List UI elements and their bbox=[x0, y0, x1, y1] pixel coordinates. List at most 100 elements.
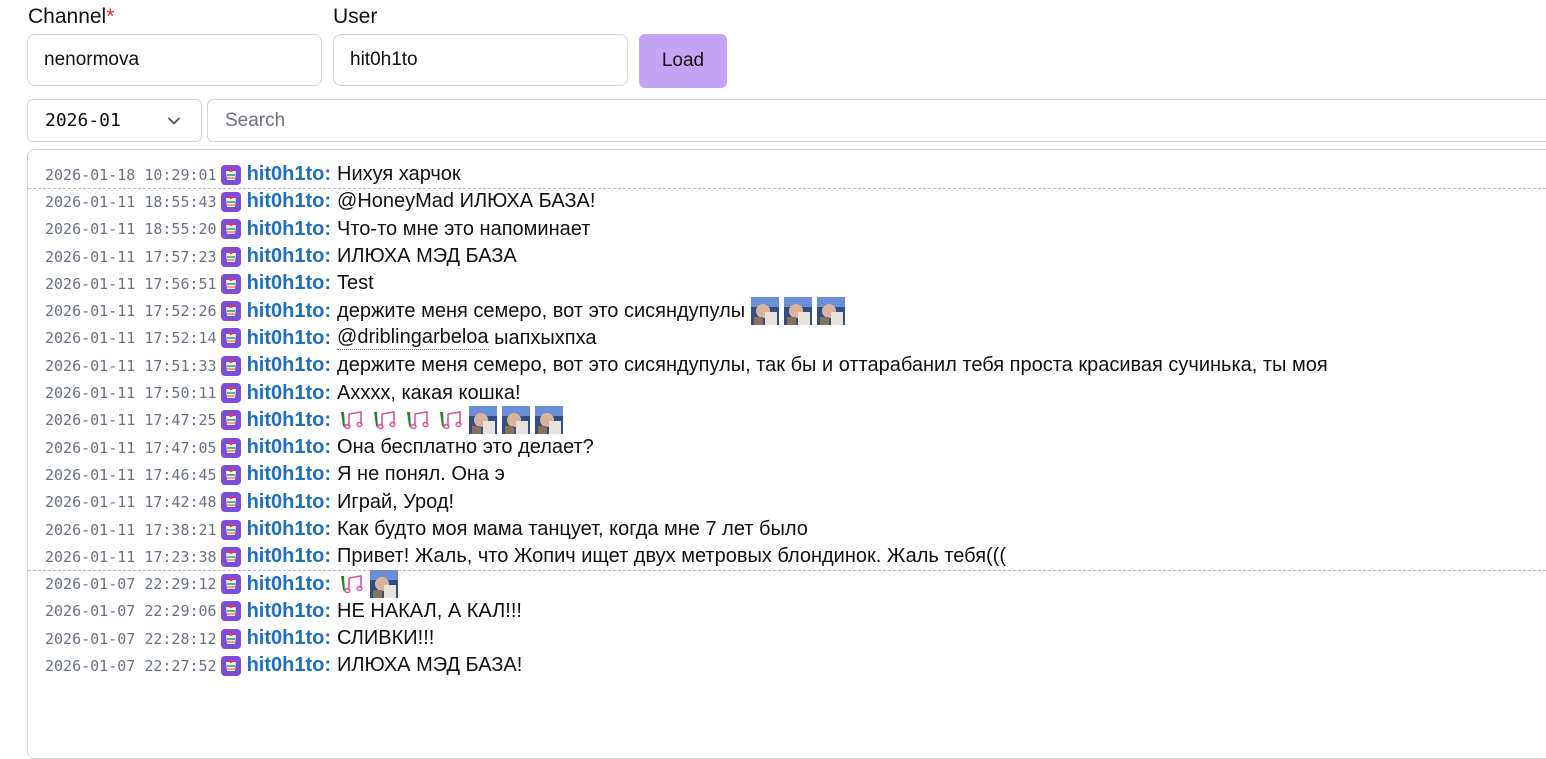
chat-log-panel[interactable]: 2026-01-18 10:29:01 hit0h1to: Нихуя харчок… bbox=[27, 149, 1546, 759]
user-badge-icon bbox=[220, 519, 241, 540]
user-badge-icon bbox=[220, 628, 241, 649]
message-text: Нихуя харчок bbox=[337, 163, 461, 186]
face-emote-icon bbox=[502, 406, 531, 435]
channel-label: Channel* bbox=[28, 5, 115, 28]
user-badge-icon bbox=[220, 546, 241, 567]
message-timestamp: 2026-01-07 22:27:52 bbox=[45, 656, 217, 675]
user-badge-icon bbox=[220, 219, 241, 240]
chat-message: 2026-01-11 17:23:38 hit0h1to: Привет! Жаль… bbox=[28, 543, 1546, 572]
message-timestamp: 2026-01-11 17:42:48 bbox=[45, 493, 217, 512]
user-badge-icon bbox=[220, 601, 241, 622]
message-username[interactable]: hit0h1to: bbox=[247, 163, 331, 186]
message-mention-link[interactable]: @driblingarbeloa bbox=[337, 326, 489, 351]
message-timestamp: 2026-01-07 22:29:12 bbox=[45, 575, 217, 594]
user-badge-icon bbox=[220, 301, 241, 322]
music-note-emote-icon bbox=[440, 411, 462, 430]
chat-message: 2026-01-11 17:56:51 hit0h1to: Test bbox=[28, 270, 1546, 297]
message-username[interactable]: hit0h1to: bbox=[247, 627, 331, 650]
message-username[interactable]: hit0h1to: bbox=[247, 190, 331, 213]
message-timestamp: 2026-01-11 17:52:26 bbox=[45, 302, 217, 321]
message-timestamp: 2026-01-11 17:52:14 bbox=[45, 329, 217, 348]
message-username[interactable]: hit0h1to: bbox=[247, 409, 331, 432]
chat-message: 2026-01-11 17:52:26 hit0h1to: держите меня… bbox=[28, 297, 1546, 326]
music-note-emote-icon bbox=[407, 411, 429, 430]
user-input[interactable] bbox=[333, 34, 628, 86]
message-username[interactable]: hit0h1to: bbox=[247, 600, 331, 623]
chat-message: 2026-01-11 17:47:25 hit0h1to: bbox=[28, 406, 1546, 435]
chat-message: 2026-01-11 17:50:11 hit0h1to: Ахххх, какая… bbox=[28, 379, 1546, 406]
message-username[interactable]: hit0h1to: bbox=[247, 545, 331, 568]
chat-message: 2026-01-11 17:51:33 hit0h1to: держите меня… bbox=[28, 352, 1546, 379]
month-select[interactable]: 2026-01 bbox=[27, 99, 202, 142]
chat-message: 2026-01-18 10:29:01 hit0h1to: Нихуя харчок bbox=[28, 161, 1546, 190]
message-text: держите меня семеро, вот это сисяндупулы… bbox=[337, 354, 1328, 377]
message-text: ИЛЮХА МЭД БАЗА bbox=[337, 245, 517, 268]
search-input[interactable] bbox=[207, 99, 1546, 142]
message-text: держите меня семеро, вот это сисяндупулы bbox=[337, 299, 746, 322]
message-username[interactable]: hit0h1to: bbox=[247, 436, 331, 459]
message-text: Test bbox=[337, 272, 374, 295]
face-emote-icon bbox=[817, 297, 846, 326]
load-button[interactable]: Load bbox=[639, 34, 727, 88]
message-username[interactable]: hit0h1to: bbox=[247, 463, 331, 486]
message-text: Я не понял. Она э bbox=[337, 463, 505, 486]
channel-input[interactable] bbox=[27, 34, 322, 86]
chat-message: 2026-01-11 17:47:05 hit0h1to: Она бесплатн… bbox=[28, 434, 1546, 461]
music-note-emote-icon bbox=[341, 411, 363, 430]
message-timestamp: 2026-01-11 18:55:43 bbox=[45, 192, 217, 211]
user-badge-icon bbox=[220, 191, 241, 212]
music-note-emote-icon bbox=[341, 575, 363, 594]
face-emote-icon bbox=[469, 406, 498, 435]
message-text: НЕ НАКАЛ, А КАЛ!!! bbox=[337, 599, 522, 622]
message-timestamp: 2026-01-11 18:55:20 bbox=[45, 220, 217, 239]
message-username[interactable]: hit0h1to: bbox=[247, 272, 331, 295]
user-badge-icon bbox=[220, 273, 241, 294]
user-badge-icon bbox=[220, 437, 241, 458]
chat-message: 2026-01-11 17:52:14 hit0h1to: @driblingarb… bbox=[28, 325, 1546, 352]
month-select-value: 2026-01 bbox=[45, 110, 121, 131]
user-badge-icon bbox=[220, 328, 241, 349]
user-badge-icon bbox=[220, 492, 241, 513]
message-username[interactable]: hit0h1to: bbox=[247, 518, 331, 541]
message-username[interactable]: hit0h1to: bbox=[247, 491, 331, 514]
chat-message: 2026-01-11 18:55:43 hit0h1to: @HoneyMad ИЛ… bbox=[28, 188, 1546, 215]
message-timestamp: 2026-01-07 22:28:12 bbox=[45, 629, 217, 648]
message-text: @HoneyMad ИЛЮХА БАЗА! bbox=[337, 190, 596, 213]
message-text: Она бесплатно это делает? bbox=[337, 436, 594, 459]
message-username[interactable]: hit0h1to: bbox=[247, 573, 331, 596]
chat-message: 2026-01-07 22:27:52 hit0h1to: ИЛЮХА МЭД БА… bbox=[28, 652, 1546, 679]
face-emote-icon bbox=[535, 406, 564, 435]
message-username[interactable]: hit0h1to: bbox=[247, 300, 331, 323]
message-text: ИЛЮХА МЭД БАЗА! bbox=[337, 654, 523, 677]
face-emote-icon bbox=[784, 297, 813, 326]
face-emote-icon bbox=[751, 297, 780, 326]
message-username[interactable]: hit0h1to: bbox=[247, 218, 331, 241]
chat-message: 2026-01-07 22:29:06 hit0h1to: НЕ НАКАЛ, А … bbox=[28, 598, 1546, 625]
message-timestamp: 2026-01-11 17:47:25 bbox=[45, 411, 217, 430]
chat-message: 2026-01-11 17:42:48 hit0h1to: Играй, Урод! bbox=[28, 489, 1546, 516]
chat-message: 2026-01-11 17:38:21 hit0h1to: Как будто мо… bbox=[28, 516, 1546, 543]
user-badge-icon bbox=[220, 574, 241, 595]
required-mark: * bbox=[106, 5, 115, 28]
chat-message: 2026-01-11 17:46:45 hit0h1to: Я не понял. … bbox=[28, 461, 1546, 488]
message-username[interactable]: hit0h1to: bbox=[247, 382, 331, 405]
user-label: User bbox=[333, 5, 378, 28]
message-username[interactable]: hit0h1to: bbox=[247, 354, 331, 377]
message-timestamp: 2026-01-11 17:47:05 bbox=[45, 438, 217, 457]
user-badge-icon bbox=[220, 383, 241, 404]
message-timestamp: 2026-01-07 22:29:06 bbox=[45, 602, 217, 621]
message-timestamp: 2026-01-11 17:38:21 bbox=[45, 520, 217, 539]
chat-message: 2026-01-11 18:55:20 hit0h1to: Что-то мне э… bbox=[28, 216, 1546, 243]
chevron-down-icon bbox=[168, 117, 180, 125]
message-username[interactable]: hit0h1to: bbox=[247, 245, 331, 268]
user-badge-icon bbox=[220, 246, 241, 267]
chat-message: 2026-01-11 17:57:23 hit0h1to: ИЛЮХА МЭД БА… bbox=[28, 243, 1546, 270]
message-timestamp: 2026-01-18 10:29:01 bbox=[45, 165, 217, 184]
face-emote-icon bbox=[370, 570, 399, 599]
message-username[interactable]: hit0h1to: bbox=[247, 654, 331, 677]
message-timestamp: 2026-01-11 17:46:45 bbox=[45, 465, 217, 484]
message-text: Играй, Урод! bbox=[337, 490, 455, 513]
message-text: Привет! Жаль, что Жопич ищет двух метров… bbox=[337, 545, 1007, 568]
user-badge-icon bbox=[220, 464, 241, 485]
message-username[interactable]: hit0h1to: bbox=[247, 327, 331, 350]
